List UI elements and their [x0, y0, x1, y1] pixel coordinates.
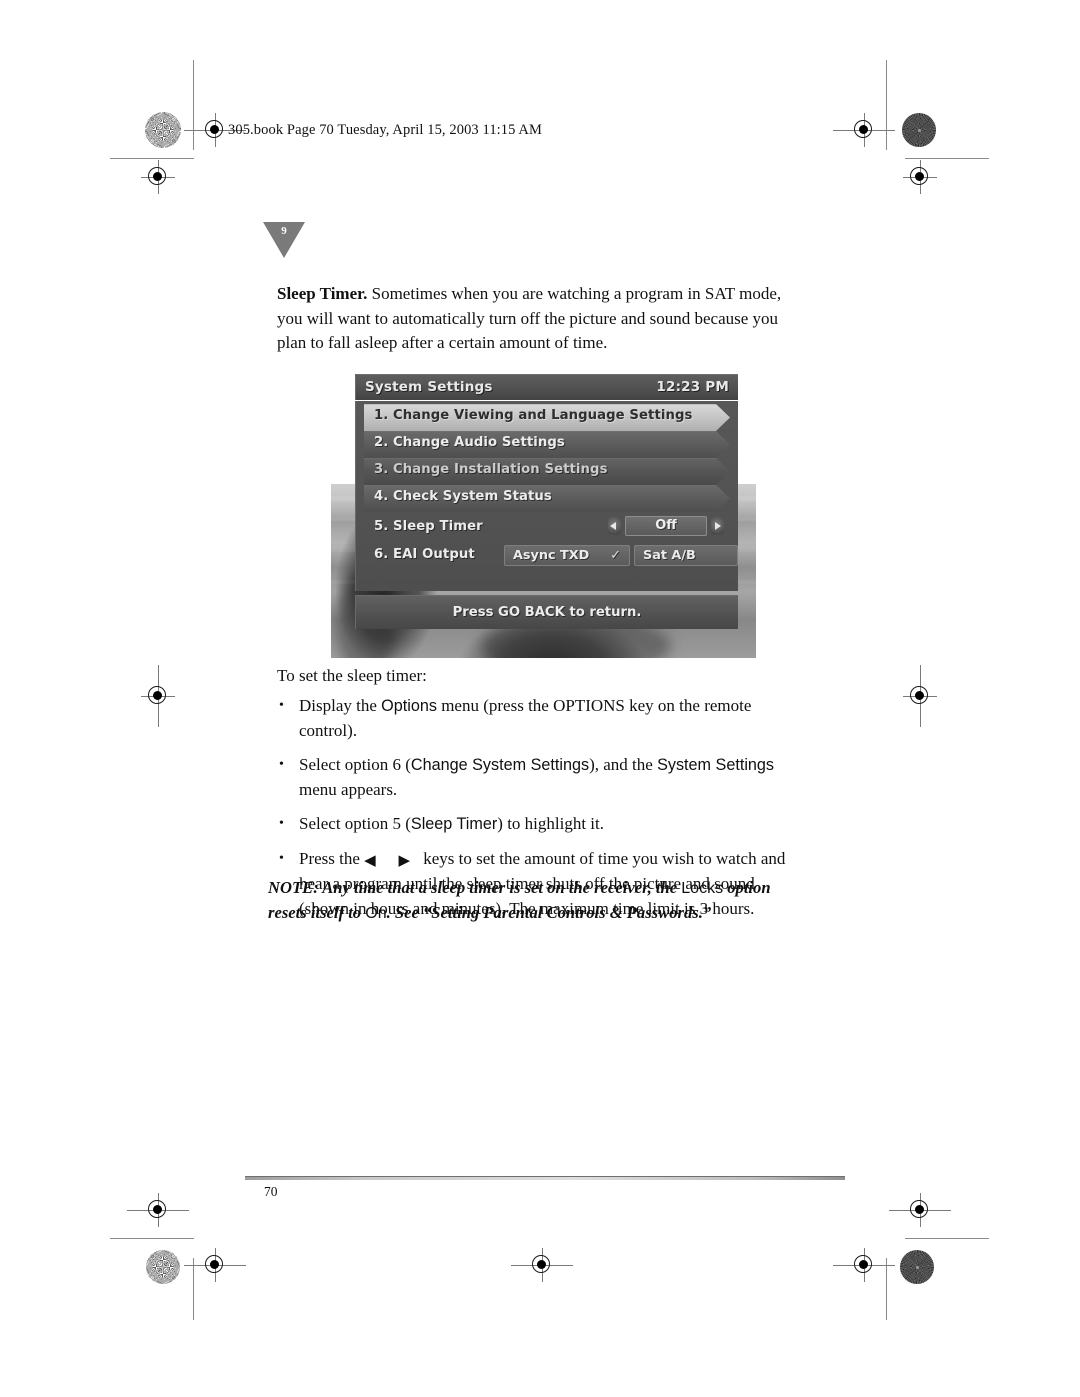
list-item: • Display the Options menu (press the OPT… [277, 694, 802, 743]
ui-term-on: On [365, 905, 387, 922]
menu-item-1-index: 1. [374, 408, 389, 423]
list-item: • Select option 6 (Change System Settings… [277, 753, 802, 802]
eai-async-txd-label: Async TXD [513, 548, 590, 563]
menu-title-text: System Settings [365, 379, 493, 395]
menu-item-1-label: 1. Change Viewing and Language Settings [374, 408, 692, 423]
menu-item-3-label: 3. Change Installation Settings [374, 462, 608, 477]
menu-title-bar: System Settings 12:23 PM [355, 374, 738, 400]
menu-item-3[interactable]: 3. Change Installation Settings [364, 458, 730, 484]
registration-mark-bottom-inner-left [184, 1248, 246, 1282]
crop-line-top-right-horizontal [905, 158, 989, 159]
checkmark-icon: ✓ [610, 548, 621, 563]
halftone-rosette-top-right [902, 113, 936, 147]
menu-item-1[interactable]: 1. Change Viewing and Language Settings [364, 404, 730, 430]
registration-mark-bottom-inner-right [833, 1248, 895, 1282]
crop-line-bottom-left-vertical [193, 1258, 194, 1320]
registration-mark-middle-right [903, 665, 937, 727]
menu-item-5-label: 5. Sleep Timer [374, 519, 483, 534]
tv-screenshot-figure: System Settings 12:23 PM 1. Change Viewin… [331, 371, 756, 658]
halftone-rosette-bottom-right [900, 1250, 934, 1284]
bullet-icon: • [279, 816, 284, 831]
menu-item-2-index: 2. [374, 435, 389, 450]
menu-item-1-text: Change Viewing and Language Settings [393, 408, 693, 423]
registration-mark-upper-right [903, 160, 937, 194]
registration-mark-top-left [184, 113, 246, 147]
registration-mark-bottom-center [511, 1248, 573, 1282]
menu-body: 1. Change Viewing and Language Settings 2… [355, 401, 738, 591]
eai-output-fields: Async TXD ✓ Sat A/B [504, 545, 738, 566]
list-item-text: Select option 6 ( [299, 755, 411, 774]
menu-item-6-text: EAI Output [393, 547, 475, 562]
ui-term: System Settings [657, 756, 775, 774]
sleep-timer-increment-arrow-icon[interactable] [711, 517, 724, 535]
eai-async-txd-field[interactable]: Async TXD ✓ [504, 545, 630, 566]
sleep-timer-value[interactable]: Off [625, 516, 707, 536]
menu-footer-hint: Press GO BACK to return. [355, 595, 738, 629]
ui-term: Sleep Timer [410, 815, 498, 833]
bullet-icon: • [279, 850, 284, 866]
menu-item-6-eai-output[interactable]: 6. EAI Output Async TXD ✓ Sat A/B [364, 543, 738, 569]
menu-item-6-index: 6. [374, 547, 389, 562]
sleep-timer-decrement-arrow-icon[interactable] [608, 517, 621, 535]
note-text-end: . See “Setting Parental Controls & Passw… [386, 903, 712, 922]
ui-term: Change System Settings [410, 756, 590, 774]
menu-item-2[interactable]: 2. Change Audio Settings [364, 431, 730, 457]
system-settings-menu: System Settings 12:23 PM 1. Change Viewin… [355, 374, 738, 646]
crop-line-bottom-left-horizontal [110, 1238, 194, 1239]
halftone-rosette-top-left [145, 112, 181, 148]
eai-sat-ab-label: Sat A/B [643, 548, 696, 563]
menu-item-4-text: Check System Status [393, 489, 552, 504]
intro-run-in-heading: Sleep Timer. [277, 284, 368, 303]
registration-mark-middle-left [141, 665, 175, 727]
list-item: • Select option 5 (Sleep Timer) to highli… [277, 812, 802, 837]
list-item-text: Select option 5 ( [299, 814, 411, 833]
eai-sat-ab-field[interactable]: Sat A/B [634, 545, 738, 566]
menu-clock: 12:23 PM [656, 379, 729, 395]
list-item-text: Press the [299, 848, 365, 868]
crop-line-bottom-right-vertical [886, 1258, 887, 1320]
crop-line-top-left-vertical [193, 60, 194, 150]
page-number: 70 [264, 1184, 278, 1199]
menu-item-5-sleep-timer[interactable]: 5. Sleep Timer Off [364, 515, 730, 541]
chapter-marker-number: 9 [281, 225, 287, 237]
intro-paragraph: Sleep Timer. Sometimes when you are watc… [277, 282, 797, 356]
footer-rule [245, 1176, 845, 1180]
crop-line-bottom-right-horizontal [905, 1238, 989, 1239]
ui-term-locks: Locks [681, 880, 724, 897]
list-item-text: Display the [299, 696, 382, 715]
ui-term: Options [381, 697, 437, 715]
menu-item-3-index: 3. [374, 462, 389, 477]
note-text: NOTE: Any time that a sleep timer is set… [268, 878, 682, 897]
running-header: 305.book Page 70 Tuesday, April 15, 2003… [228, 122, 542, 138]
left-right-arrow-keys-icon: ◀ ▶ [364, 850, 420, 869]
menu-item-3-text: Change Installation Settings [393, 462, 608, 477]
menu-item-5-index: 5. [374, 519, 389, 534]
menu-item-5-text: Sleep Timer [393, 519, 483, 534]
bullet-icon: • [279, 698, 284, 713]
bullet-icon: • [279, 757, 284, 772]
list-item-text-cont: ) to highlight it. [497, 814, 605, 833]
menu-item-2-text: Change Audio Settings [393, 435, 565, 450]
note-paragraph: NOTE: Any time that a sleep timer is set… [268, 876, 808, 926]
crop-line-top-left-horizontal [110, 158, 194, 159]
crop-line-top-right-vertical [886, 60, 887, 150]
registration-mark-top-right [833, 113, 895, 147]
list-item-text-end: menu appears. [299, 779, 398, 799]
instructions-lead-in: To set the sleep timer: [277, 666, 427, 685]
chapter-marker: 9 [263, 222, 305, 258]
sleep-timer-spinner: Off [608, 516, 724, 536]
registration-mark-upper-left [141, 160, 175, 194]
menu-item-4[interactable]: 4. Check System Status [364, 485, 730, 511]
registration-mark-bottom-right [889, 1193, 951, 1227]
menu-item-4-index: 4. [374, 489, 389, 504]
menu-item-6-label: 6. EAI Output [374, 547, 475, 562]
menu-item-2-label: 2. Change Audio Settings [374, 435, 565, 450]
menu-item-4-label: 4. Check System Status [374, 489, 552, 504]
list-item-text-cont: ), and the [589, 755, 658, 774]
halftone-rosette-bottom-left [146, 1250, 180, 1284]
registration-mark-bottom-left [127, 1193, 189, 1227]
